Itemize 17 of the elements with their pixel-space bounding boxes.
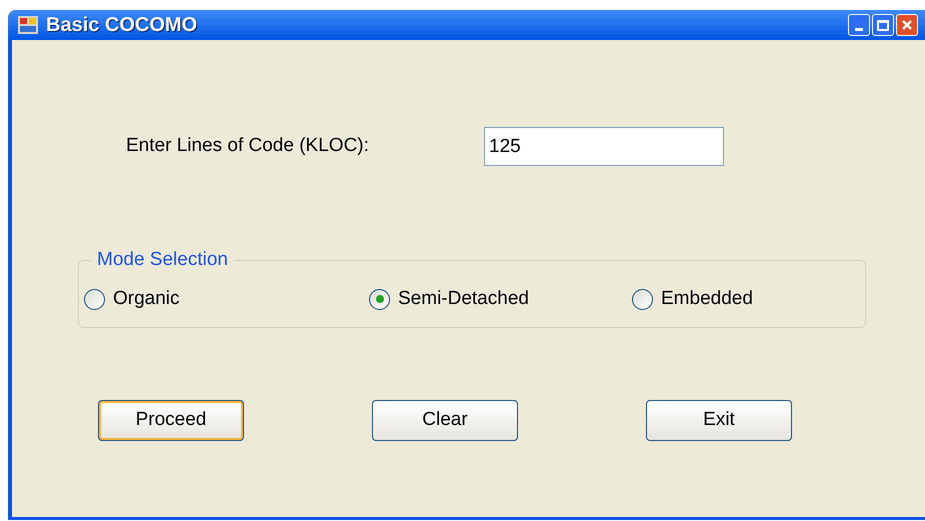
mode-radio-option[interactable]: Embedded — [632, 285, 753, 314]
mode-radio-option[interactable]: Organic — [84, 285, 369, 314]
radio-button[interactable] — [84, 288, 105, 310]
radio-button[interactable] — [632, 288, 653, 310]
action-button[interactable]: Clear — [372, 400, 518, 441]
window-title: Basic COCOMO — [46, 13, 198, 38]
action-button[interactable]: Exit — [646, 400, 792, 441]
radio-button[interactable] — [369, 288, 390, 310]
minimize-button[interactable] — [848, 14, 870, 36]
kloc-label: Enter Lines of Code (KLOC): — [126, 134, 370, 158]
maximize-button[interactable] — [872, 14, 894, 36]
action-button[interactable]: Proceed — [98, 400, 244, 441]
close-button[interactable] — [896, 14, 918, 36]
kloc-input-field[interactable]: 125 — [484, 127, 724, 166]
mode-radio-option[interactable]: Semi-Detached — [369, 285, 632, 314]
close-icon — [901, 19, 913, 31]
app-icon — [18, 16, 38, 34]
